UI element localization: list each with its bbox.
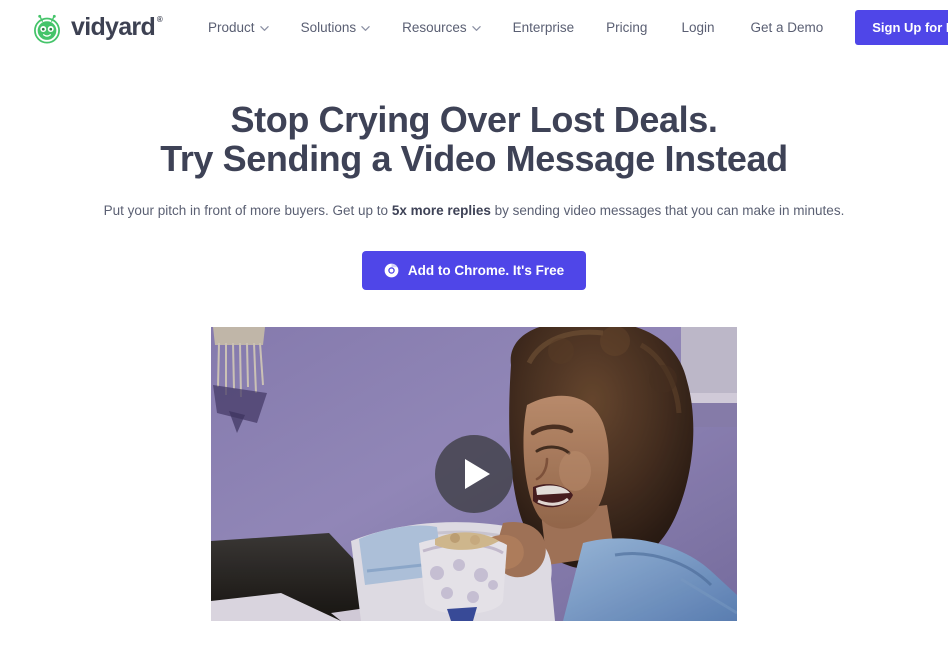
nav-label: Pricing (606, 20, 648, 35)
chevron-down-icon (259, 22, 269, 33)
brand-wordmark: vidyard ® (71, 13, 163, 41)
hero-subheading: Put your pitch in front of more buyers. … (0, 201, 948, 221)
site-header: vidyard ® Product Solutions Resources Ent… (0, 0, 948, 55)
chevron-down-icon (361, 22, 370, 33)
subheading-highlight: 5x more replies (391, 202, 491, 218)
subheading-text-before: Put your pitch in front of more buyers. … (103, 202, 392, 218)
hero-section: Stop Crying Over Lost Deals. Try Sending… (0, 55, 948, 621)
play-button-icon[interactable] (435, 435, 513, 513)
add-to-chrome-label: Add to Chrome. It's Free (407, 263, 565, 278)
brand-logo[interactable]: vidyard ® (30, 11, 163, 45)
nav-label: Enterprise (512, 20, 575, 35)
login-link[interactable]: Login (663, 14, 732, 41)
nav-item-pricing[interactable]: Pricing (590, 14, 663, 41)
nav-item-resources[interactable]: Resources (386, 14, 497, 41)
nav-label: Product (208, 20, 255, 35)
header-actions: Login Get a Demo Sign Up for Free (663, 10, 948, 45)
nav-label: Solutions (300, 20, 357, 35)
cta-container: Add to Chrome. It's Free (0, 251, 948, 290)
sign-up-button[interactable]: Sign Up for Free (855, 10, 948, 45)
subheading-text-after: by sending video messages that you can m… (490, 202, 845, 218)
play-triangle (465, 459, 490, 489)
nav-item-product[interactable]: Product (192, 14, 285, 41)
get-a-demo-link[interactable]: Get a Demo (732, 14, 841, 41)
headline-line-1: Stop Crying Over Lost Deals. (230, 99, 718, 140)
vidyard-mascot-icon (30, 11, 64, 45)
brand-name-text: vidyard (71, 13, 156, 41)
chevron-down-icon (471, 22, 481, 33)
trademark-mark: ® (156, 15, 163, 24)
video-player-thumbnail[interactable] (211, 327, 737, 621)
add-to-chrome-button[interactable]: Add to Chrome. It's Free (361, 251, 587, 290)
nav-label: Resources (402, 20, 467, 35)
nav-item-solutions[interactable]: Solutions (285, 14, 387, 41)
chrome-icon (384, 263, 399, 278)
nav-item-enterprise[interactable]: Enterprise (497, 14, 591, 41)
page-title: Stop Crying Over Lost Deals. Try Sending… (0, 99, 948, 179)
main-navigation: Product Solutions Resources Enterprise P… (192, 14, 663, 41)
headline-line-2: Try Sending a Video Message Instead (160, 137, 788, 179)
